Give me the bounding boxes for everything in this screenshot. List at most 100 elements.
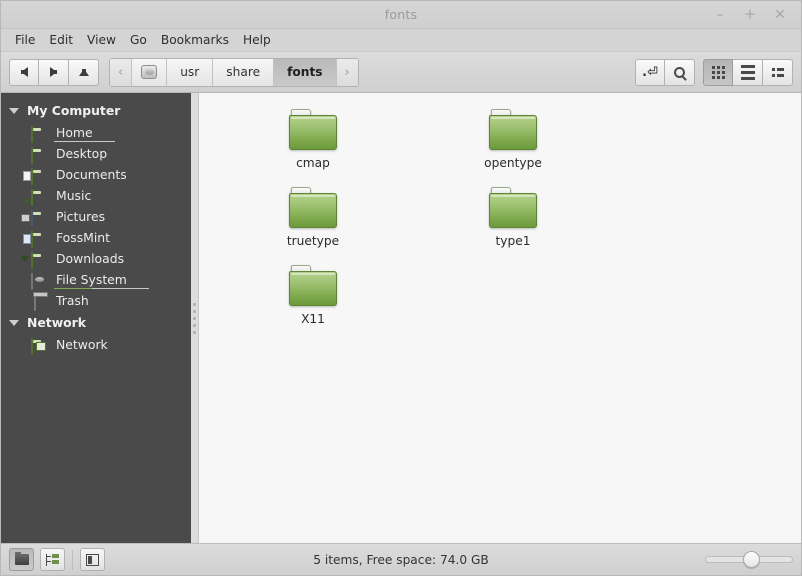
sidebar-item-label: Documents [56,167,127,182]
file-name: opentype [484,156,542,170]
file-name: truetype [286,234,340,248]
sidebar-item-home[interactable]: Home [1,122,191,143]
grip-icon [193,302,196,334]
breadcrumb-fonts[interactable]: fonts [274,58,337,86]
trash-icon [31,293,48,311]
home-folder-icon [31,125,48,143]
menu-go[interactable]: Go [123,31,154,49]
folder-icon [14,552,29,565]
file-item[interactable]: cmap [213,107,413,185]
sidebar-item-label: Desktop [56,146,108,161]
grid-icon [711,65,725,79]
tree-pane-button[interactable] [40,548,65,571]
window-title: fonts [384,7,418,22]
sidebar-item-label: Music [56,188,92,203]
menu-bookmarks[interactable]: Bookmarks [154,31,236,49]
sidebar-item-documents[interactable]: Documents [1,164,191,185]
network-folder-icon [31,337,48,355]
view-mode-group [703,58,793,86]
sidebar-group-my-computer[interactable]: My Computer [1,99,191,122]
maximize-icon[interactable]: + [743,7,757,22]
toolbar-right: .⏎ [635,58,793,86]
path-entry-icon: .⏎ [642,64,658,80]
sidebar-item-network[interactable]: Network [1,334,191,355]
search-icon [674,66,685,78]
hard-disk-icon [141,65,158,79]
sidebar-item-downloads[interactable]: Downloads [1,248,191,269]
arrow-up-icon [78,68,89,76]
title-bar: fonts – + ✕ [1,1,801,29]
zoom-slider-thumb[interactable] [742,551,760,568]
sidebar-item-label: Home [54,125,114,142]
file-item[interactable]: X11 [213,263,413,341]
menu-view[interactable]: View [80,31,123,49]
list-view-button[interactable] [733,58,763,86]
hard-disk-icon [31,272,48,290]
zoom-slider[interactable] [705,551,793,569]
folder-icon [489,109,537,150]
file-name: type1 [495,234,531,248]
folder-icon [289,265,337,306]
sidebar-item-label: Pictures [56,209,106,224]
sidebar-item-label: Trash [56,293,89,308]
music-folder-icon [31,188,48,206]
sidebar-group-network[interactable]: Network [1,311,191,334]
forward-button[interactable] [39,58,69,86]
file-item[interactable]: type1 [413,185,613,263]
folder-icon [489,187,537,228]
file-item[interactable]: truetype [213,185,413,263]
back-button[interactable] [9,58,39,86]
menu-bar: File Edit View Go Bookmarks Help [1,29,801,52]
body-area: My Computer Home Desktop Documents Music… [1,93,801,543]
file-list-area[interactable]: cmap opentype truetype type1 X11 [199,93,801,543]
file-name: X11 [301,312,325,326]
sidebar: My Computer Home Desktop Documents Music… [1,93,191,543]
sidebar-group-label: Network [27,315,87,330]
tree-icon [45,553,60,566]
sidebar-item-pictures[interactable]: Pictures [1,206,191,227]
breadcrumb-next[interactable]: › [336,58,358,86]
toggle-path-entry-button[interactable]: .⏎ [635,58,665,86]
minimize-icon[interactable]: – [713,7,727,22]
breadcrumb-usr[interactable]: usr [167,58,214,86]
chevron-down-icon [9,107,19,114]
sidebar-item-label: File System [54,272,149,289]
list-icon [740,64,755,80]
sidebar-splitter[interactable] [191,93,199,543]
icon-view-button[interactable] [703,58,733,86]
window-controls: – + ✕ [713,7,801,22]
breadcrumb-prev[interactable]: ‹ [110,58,133,86]
status-bar: 5 items, Free space: 74.0 GB [1,543,801,575]
toggle-sidebar-button[interactable] [80,548,105,571]
breadcrumb-share[interactable]: share [213,58,275,86]
sidebar-item-music[interactable]: Music [1,185,191,206]
sidebar-item-desktop[interactable]: Desktop [1,143,191,164]
file-manager-window: fonts – + ✕ File Edit View Go Bookmarks … [0,0,802,576]
search-button[interactable] [665,58,695,86]
desktop-folder-icon [31,146,48,164]
fossmint-folder-icon [31,230,48,248]
sidebar-item-fossmint[interactable]: FossMint [1,227,191,248]
file-name: cmap [296,156,330,170]
arrow-left-icon [20,67,28,77]
pictures-folder-icon [31,209,48,227]
compact-icon [771,67,784,77]
sidebar-item-trash[interactable]: Trash [1,290,191,311]
documents-folder-icon [31,167,48,185]
menu-edit[interactable]: Edit [42,31,80,49]
menu-help[interactable]: Help [236,31,278,49]
up-button[interactable] [69,58,99,86]
path-search-group: .⏎ [635,58,695,86]
compact-view-button[interactable] [763,58,793,86]
status-text: 5 items, Free space: 74.0 GB [313,552,489,567]
toolbar: ‹ usr share fonts › .⏎ [1,52,801,93]
breadcrumb: ‹ usr share fonts › [109,57,359,87]
icon-pane-button[interactable] [9,548,34,571]
sidebar-item-file-system[interactable]: File System [1,269,191,290]
menu-file[interactable]: File [8,31,42,49]
close-icon[interactable]: ✕ [773,8,787,22]
file-item[interactable]: opentype [413,107,613,185]
arrow-right-icon [50,67,57,77]
sidebar-group-label: My Computer [27,103,121,118]
breadcrumb-root[interactable] [132,58,168,86]
